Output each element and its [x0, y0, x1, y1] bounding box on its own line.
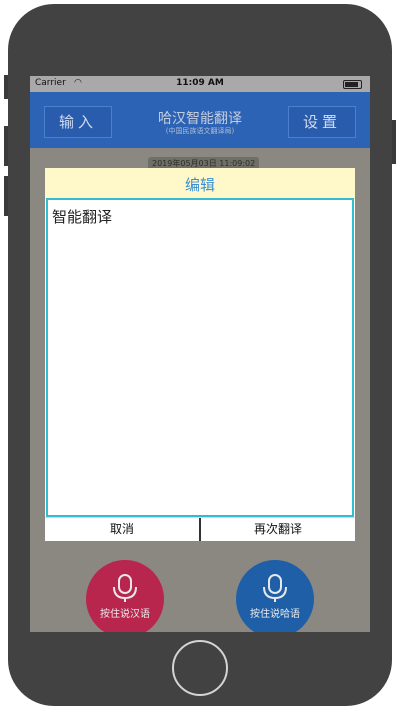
power-button	[392, 120, 396, 164]
edit-text-area[interactable]: 智能翻译	[46, 198, 354, 517]
side-button	[4, 75, 8, 99]
navigation-bar: 输入 哈汉智能翻译 (中国民族语文翻译局) 设置	[30, 92, 370, 148]
speak-kazakh-button[interactable]: 按住说哈语	[236, 560, 314, 632]
edit-dialog: 编辑 智能翻译 取消 再次翻译	[45, 168, 355, 541]
dialog-title: 编辑	[184, 176, 215, 194]
battery-icon	[343, 80, 362, 89]
home-button[interactable]	[172, 640, 228, 696]
dialog-actions: 取消 再次翻译	[45, 517, 355, 541]
speak-chinese-label: 按住说汉语	[100, 609, 150, 620]
retranslate-button[interactable]: 再次翻译	[201, 518, 355, 541]
microphone-icon	[113, 574, 137, 602]
cancel-button[interactable]: 取消	[45, 518, 199, 541]
status-time: 11:09 AM	[176, 78, 224, 88]
microphone-icon	[263, 574, 287, 602]
speak-kazakh-label: 按住说哈语	[250, 609, 300, 620]
status-bar: Carrier ◠ 11:09 AM	[30, 76, 370, 92]
dialog-header: 编辑	[45, 168, 355, 199]
volume-down-button	[4, 176, 8, 216]
edit-text-content[interactable]: 智能翻译	[52, 206, 112, 227]
speak-chinese-button[interactable]: 按住说汉语	[86, 560, 164, 632]
settings-button[interactable]: 设置	[288, 106, 356, 138]
volume-up-button	[4, 126, 8, 166]
